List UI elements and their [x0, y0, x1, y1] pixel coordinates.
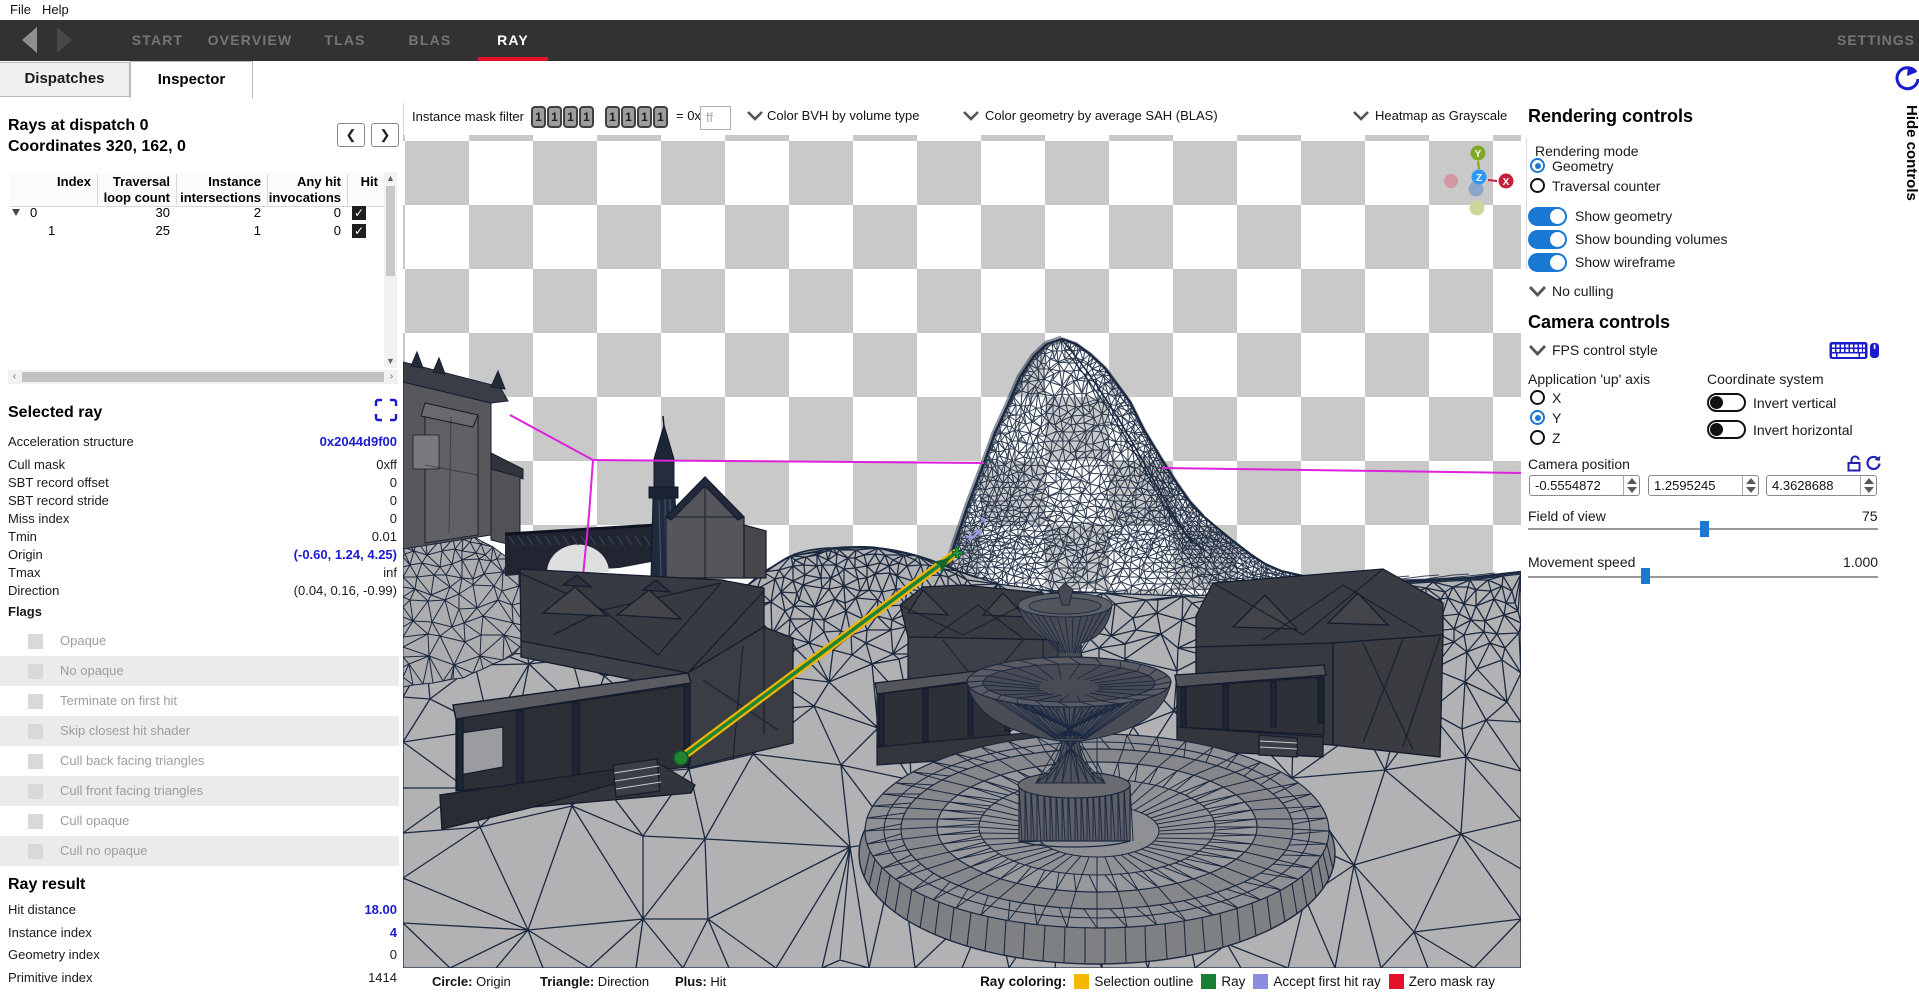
svg-text:X: X — [1503, 177, 1510, 188]
svg-text:Z: Z — [1476, 173, 1482, 184]
svg-text:Y: Y — [1475, 149, 1482, 160]
